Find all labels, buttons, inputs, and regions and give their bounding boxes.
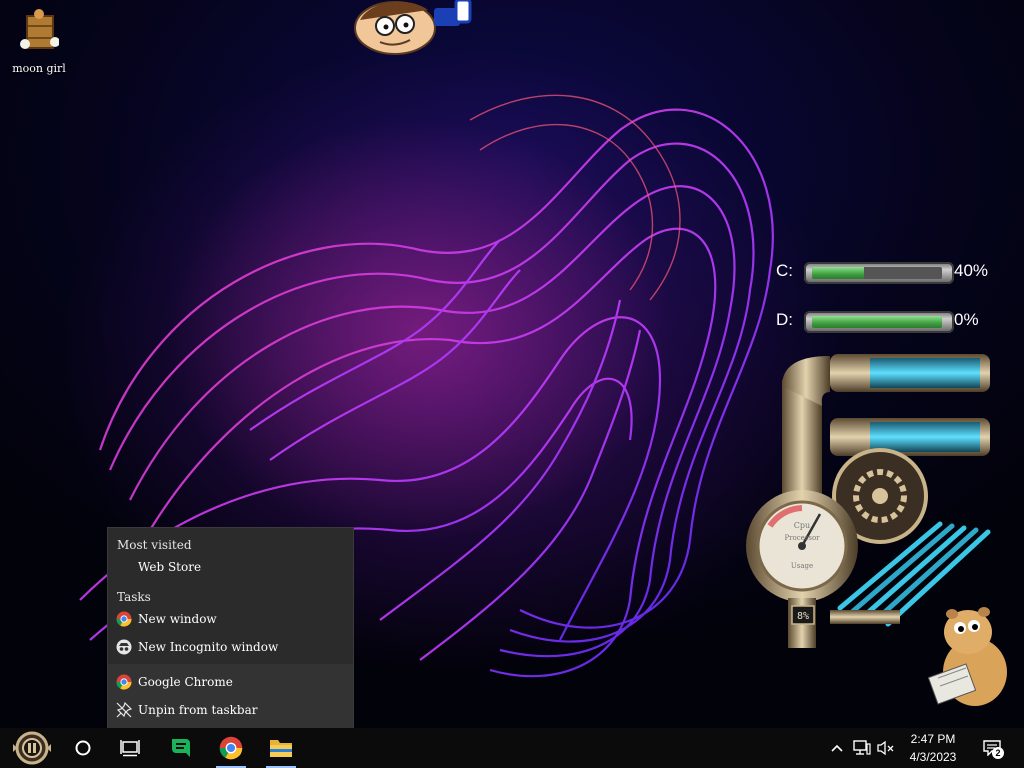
drive-meter-d: D: 0% bbox=[776, 307, 996, 337]
chrome-icon bbox=[219, 736, 243, 760]
task-view-icon bbox=[120, 740, 140, 757]
drive-usage-tube bbox=[804, 311, 954, 333]
volume-muted-icon bbox=[877, 740, 894, 756]
jumplist-item-new-window[interactable]: New window bbox=[108, 605, 353, 633]
taskbar-app-file-explorer[interactable] bbox=[258, 728, 304, 768]
gauge-dial-text: Processor bbox=[784, 534, 820, 542]
drive-percent: 40% bbox=[954, 261, 989, 280]
jumplist-item-new-incognito-window[interactable]: New Incognito window bbox=[108, 633, 353, 661]
taskbar: 2:47 PM 4/3/2023 2 bbox=[0, 728, 1024, 768]
hamster-reading-sticker bbox=[927, 607, 1007, 706]
jumplist-item-unpin[interactable]: Unpin from taskbar bbox=[108, 696, 353, 724]
steampunk-start-orb-icon bbox=[13, 731, 51, 765]
network-button[interactable] bbox=[850, 728, 874, 768]
jumplist-item-web-store[interactable]: Web Store bbox=[108, 553, 353, 581]
notification-count-badge: 2 bbox=[992, 747, 1004, 759]
drive-usage-tube bbox=[804, 262, 954, 284]
green-chat-icon bbox=[172, 739, 190, 757]
gauge-dial-text: Usage bbox=[791, 562, 813, 570]
chrome-icon bbox=[116, 674, 132, 690]
chrome-icon bbox=[116, 611, 132, 627]
jumplist-item-label: New Incognito window bbox=[138, 640, 279, 654]
clock-date: 4/3/2023 bbox=[909, 750, 957, 764]
start-button[interactable] bbox=[6, 728, 58, 768]
drive-letter: D: bbox=[776, 310, 793, 329]
desktop-icon-label: moon girl bbox=[12, 62, 66, 75]
cortana-circle-icon bbox=[75, 740, 91, 756]
drive-usage-fill bbox=[812, 316, 942, 328]
jumplist-item-label: Unpin from taskbar bbox=[138, 703, 258, 717]
unpin-icon bbox=[116, 702, 132, 718]
jumplist-item-label: Web Store bbox=[138, 560, 202, 574]
jumplist-section-tasks: Tasks bbox=[117, 590, 151, 604]
wooden-box-icon bbox=[20, 9, 60, 49]
folder-icon bbox=[270, 740, 292, 757]
chrome-jump-list: Most visited Web Store Tasks New window … bbox=[107, 527, 354, 728]
drive-usage-fill bbox=[812, 267, 864, 279]
task-view-button[interactable] bbox=[108, 728, 152, 768]
volume-button[interactable] bbox=[874, 728, 898, 768]
clock-button[interactable]: 2:47 PM 4/3/2023 bbox=[898, 730, 968, 766]
jumplist-item-label: Google Chrome bbox=[138, 675, 233, 689]
jumplist-item-google-chrome[interactable]: Google Chrome bbox=[108, 668, 353, 696]
search-button[interactable] bbox=[62, 728, 104, 768]
chevron-up-icon bbox=[831, 744, 843, 752]
cartoon-face-sticker bbox=[354, 0, 472, 55]
network-icon bbox=[853, 740, 871, 755]
notifications-button[interactable]: 2 bbox=[974, 728, 1010, 768]
jumplist-section-most-visited: Most visited bbox=[117, 538, 192, 552]
web-store-icon bbox=[116, 559, 132, 575]
jumplist-item-label: New window bbox=[138, 612, 217, 626]
incognito-icon bbox=[116, 639, 132, 655]
taskbar-app-green[interactable] bbox=[158, 728, 204, 768]
show-hidden-icons-button[interactable] bbox=[826, 728, 848, 768]
drive-meter-c: C: 40% bbox=[776, 258, 996, 288]
drive-percent: 0% bbox=[954, 310, 979, 329]
desktop-icon-moon-girl[interactable]: moon girl bbox=[8, 8, 70, 75]
clock-time: 2:47 PM bbox=[910, 732, 956, 746]
drive-letter: C: bbox=[776, 261, 793, 280]
cpu-percent: 8% bbox=[797, 611, 809, 622]
taskbar-app-chrome[interactable] bbox=[208, 728, 254, 768]
gauge-dial-text: Cpu bbox=[794, 521, 810, 530]
